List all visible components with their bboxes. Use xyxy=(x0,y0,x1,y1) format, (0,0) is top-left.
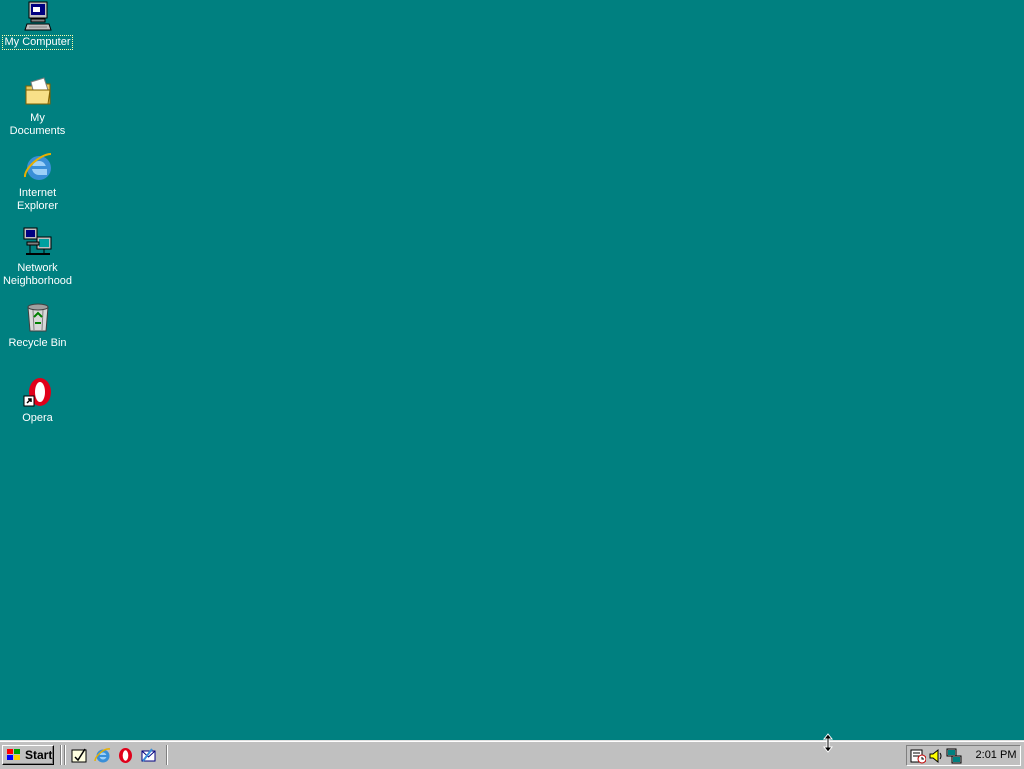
desktop-icon-label: Network Neighborhood xyxy=(2,262,73,287)
taskbar-separator[interactable] xyxy=(166,745,168,765)
desktop-icon-label: My Computer xyxy=(2,35,73,50)
outlook-express-icon[interactable] xyxy=(140,747,157,764)
taskbar-separator xyxy=(60,745,62,765)
desktop-icon-network-neighborhood[interactable]: Network Neighborhood xyxy=(0,226,75,288)
show-desktop-icon[interactable] xyxy=(71,747,88,764)
task-scheduler-icon[interactable] xyxy=(910,748,926,764)
resize-cursor-icon xyxy=(822,733,834,753)
internet-explorer-icon[interactable] xyxy=(94,747,111,764)
network-neighborhood-icon xyxy=(23,227,51,255)
desktop-icon-my-documents[interactable]: My Documents xyxy=(0,76,75,138)
opera-icon xyxy=(23,378,51,407)
my-computer-icon xyxy=(23,1,52,31)
quick-launch-grip[interactable] xyxy=(64,745,66,765)
system-tray: 2:01 PM xyxy=(906,745,1021,766)
desktop-icon-opera[interactable]: Opera xyxy=(0,376,75,425)
desktop-icon-label: My Documents xyxy=(9,112,66,137)
desktop-icon-label: Internet Explorer xyxy=(17,187,58,212)
windows-logo-icon xyxy=(7,749,20,760)
desktop-icon-my-computer[interactable]: My Computer xyxy=(0,0,75,50)
recycle-bin-icon xyxy=(26,303,49,332)
desktop-icon-internet-explorer[interactable]: Internet Explorer xyxy=(0,151,75,213)
start-button[interactable]: Start xyxy=(2,745,54,765)
volume-icon[interactable] xyxy=(928,748,944,764)
opera-icon[interactable] xyxy=(117,747,134,764)
internet-explorer-icon xyxy=(23,153,51,180)
taskbar: Start 2:01 PM xyxy=(0,740,1024,769)
clock[interactable]: 2:01 PM xyxy=(971,749,1021,761)
desktop-icon-recycle-bin[interactable]: Recycle Bin xyxy=(0,301,75,350)
network-icon[interactable] xyxy=(946,748,962,764)
desktop-icon-label: Opera xyxy=(22,412,53,424)
my-documents-icon xyxy=(25,77,51,105)
desktop[interactable]: My Computer My Documents Internet Explor… xyxy=(0,0,1024,740)
start-label: Start xyxy=(25,748,53,762)
desktop-icon-label: Recycle Bin xyxy=(8,337,67,349)
